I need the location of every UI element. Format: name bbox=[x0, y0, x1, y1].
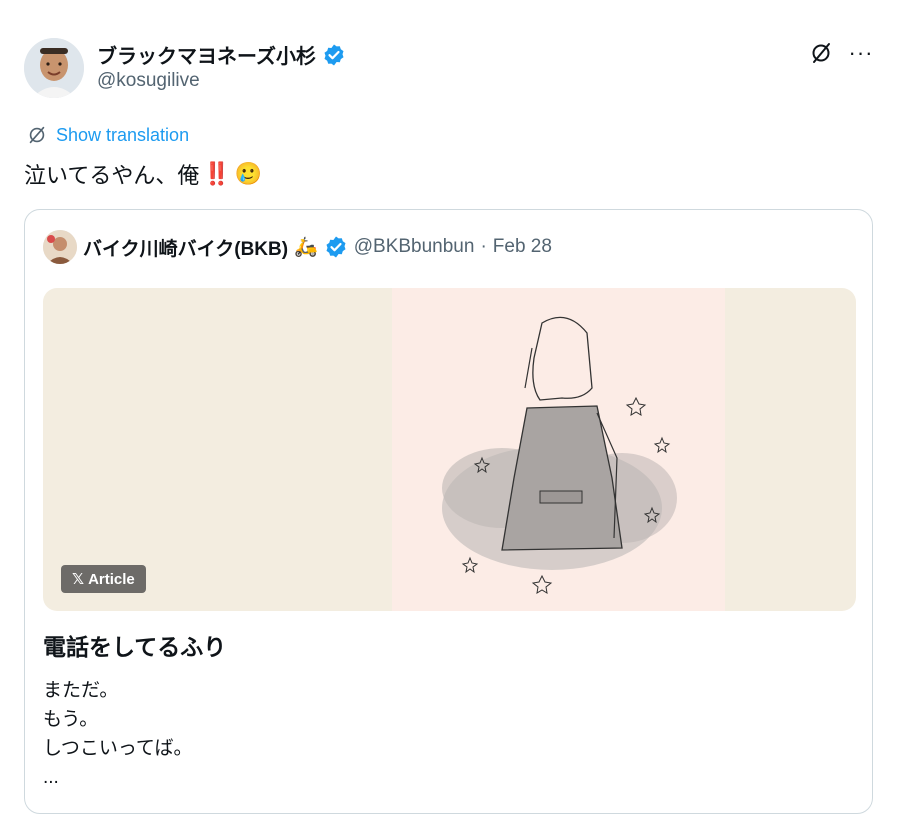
girl-on-phone-illustration bbox=[442, 316, 677, 594]
article-line: しつこいってば。 bbox=[43, 738, 193, 759]
slash-circle-icon bbox=[812, 43, 830, 63]
quote-avatar-photo bbox=[43, 230, 77, 264]
article-line: もう。 bbox=[43, 709, 99, 730]
quoted-tweet-card[interactable]: バイク川崎バイク(BKB) 🛵 @BKBbunbun · Feb 28 𝕏 Ar… bbox=[24, 209, 873, 814]
article-badge-label: Article bbox=[88, 570, 135, 588]
article-title: 電話をしてるふり bbox=[43, 634, 227, 660]
avatar-photo bbox=[24, 38, 84, 98]
more-options-button[interactable]: ··· bbox=[848, 40, 874, 66]
cover-illustration-panel bbox=[392, 288, 725, 611]
double-exclamation-emoji: ‼️ bbox=[203, 161, 231, 186]
tweet-top-actions: ··· bbox=[808, 40, 874, 66]
tweet-body: 泣いてるやん、俺 bbox=[24, 163, 200, 188]
scooter-emoji: 🛵 bbox=[294, 237, 318, 258]
quote-handle: @BKBbunbun bbox=[353, 236, 475, 257]
quote-separator: · bbox=[480, 236, 487, 257]
article-badge: 𝕏 Article bbox=[61, 565, 146, 593]
quote-verified-badge-icon bbox=[326, 236, 346, 258]
grok-button[interactable] bbox=[808, 40, 834, 66]
author-name-row[interactable]: ブラックマヨネーズ小杉 bbox=[97, 40, 346, 69]
x-logo-icon: 𝕏 bbox=[72, 571, 85, 588]
quote-author-avatar bbox=[43, 230, 77, 264]
article-cover-image[interactable]: 𝕏 Article bbox=[43, 288, 856, 611]
article-line: ... bbox=[43, 767, 59, 788]
author-avatar[interactable] bbox=[24, 38, 84, 98]
article-line: まただ。 bbox=[43, 680, 119, 701]
show-translation-label: Show translation bbox=[56, 124, 190, 145]
translate-icon bbox=[29, 126, 45, 144]
article-excerpt: まただ。 もう。 しつこいってば。 ... bbox=[43, 676, 193, 792]
author-display-name[interactable]: ブラックマヨネーズ小杉 bbox=[97, 40, 316, 69]
verified-badge-icon bbox=[324, 44, 344, 65]
tweet-text: 泣いてるやん、俺 ‼️ 🥲 bbox=[24, 158, 262, 190]
quote-header: バイク川崎バイク(BKB) 🛵 @BKBbunbun · Feb 28 bbox=[43, 230, 552, 264]
author-handle[interactable]: @kosugilive bbox=[97, 70, 200, 92]
quote-display-name: バイク川崎バイク(BKB) bbox=[83, 238, 289, 260]
crying-smile-emoji: 🥲 bbox=[234, 161, 263, 186]
show-translation-link[interactable]: Show translation bbox=[26, 124, 189, 146]
quote-date: Feb 28 bbox=[492, 236, 552, 257]
